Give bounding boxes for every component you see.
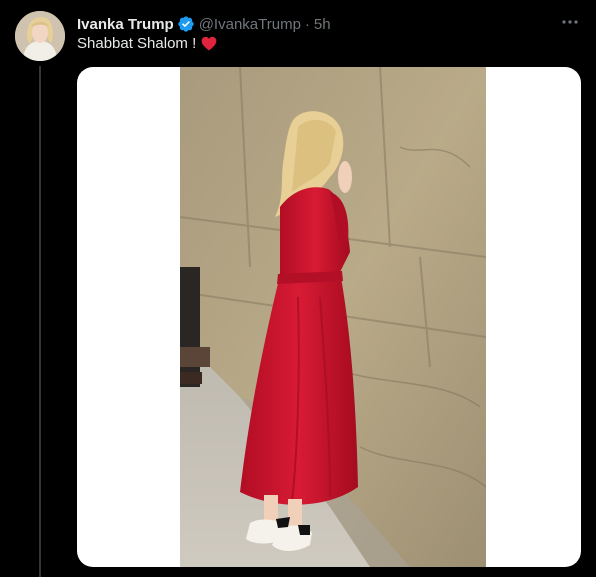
tweet-text: Shabbat Shalom ! bbox=[77, 35, 217, 52]
thread-connector-line bbox=[39, 66, 41, 577]
author-avatar[interactable] bbox=[15, 11, 65, 61]
red-heart-icon bbox=[201, 36, 217, 51]
separator-dot: · bbox=[304, 15, 310, 33]
author-handle[interactable]: @IvankaTrump bbox=[199, 16, 301, 33]
avatar-image bbox=[15, 11, 65, 61]
photo-woman-at-western-wall bbox=[180, 67, 486, 567]
tweet-media[interactable] bbox=[77, 67, 581, 567]
more-options-icon[interactable] bbox=[560, 14, 580, 30]
author-name[interactable]: Ivanka Trump bbox=[77, 16, 174, 33]
tweet-body: Shabbat Shalom ! bbox=[77, 35, 197, 52]
tweet-timestamp[interactable]: 5h bbox=[314, 16, 331, 33]
verified-badge-icon bbox=[177, 15, 195, 33]
tweet-header: Ivanka Trump @IvankaTrump · 5h bbox=[77, 14, 582, 34]
